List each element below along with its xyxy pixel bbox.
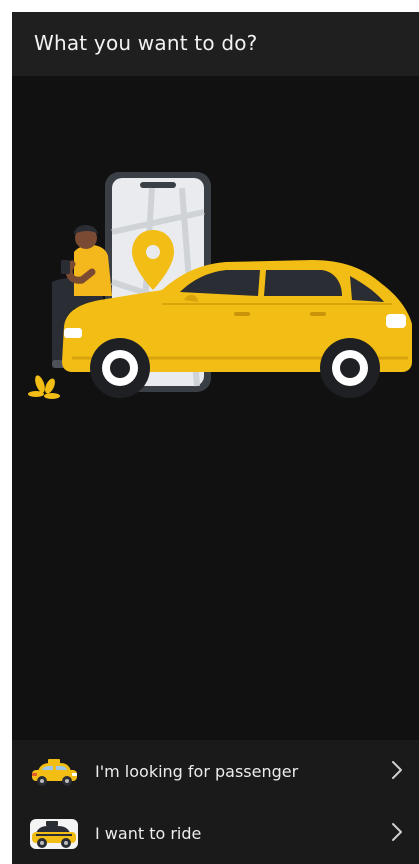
leaf-decoration [28,375,60,399]
app-screen: What you want to do? I'm looking for pas… [12,12,419,864]
page-title: What you want to do? [34,31,258,55]
car-illustration [28,172,412,399]
option-want-to-ride[interactable]: I want to ride [12,802,419,864]
app-bar: What you want to do? [12,12,419,76]
option-looking-for-passenger[interactable]: I'm looking for passenger [12,740,419,802]
taxi-passenger-icon [30,819,78,849]
yellow-taxi-icon [32,759,77,786]
chevron-right-icon [392,823,402,841]
option-label: I want to ride [95,824,202,843]
options-list: I'm looking for passenger I want to ride [12,740,419,864]
option-label: I'm looking for passenger [95,762,299,781]
hero-illustration [12,172,419,412]
chevron-right-icon [392,761,402,779]
